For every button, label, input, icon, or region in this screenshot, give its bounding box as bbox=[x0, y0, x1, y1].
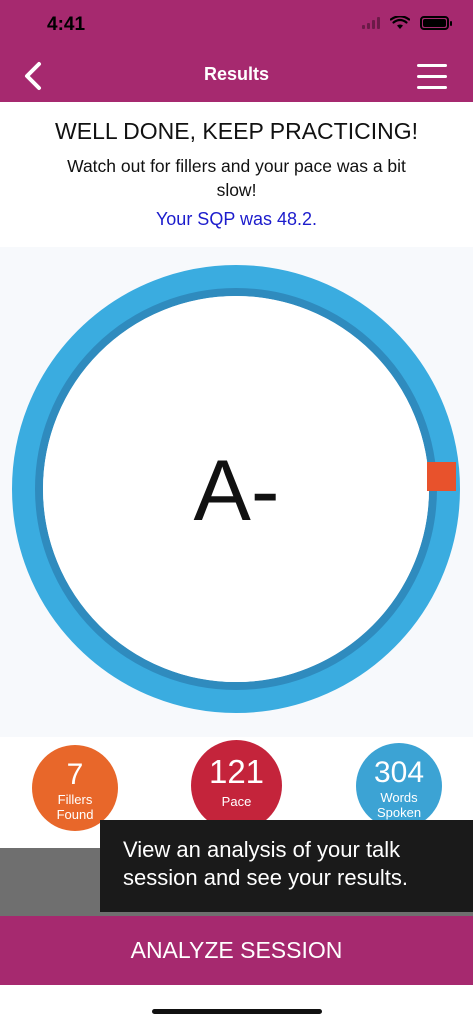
score-gauge: A- bbox=[0, 247, 473, 737]
words-label-2: Spoken bbox=[376, 805, 422, 820]
pace-value: 121 bbox=[208, 753, 265, 790]
words-count: 304 bbox=[373, 756, 425, 789]
analyze-tooltip: View an analysis of your talk session an… bbox=[100, 820, 473, 912]
signal-icon bbox=[362, 17, 380, 29]
fillers-count: 7 bbox=[66, 758, 84, 791]
battery-icon bbox=[420, 16, 452, 30]
nav-bar: Results bbox=[0, 50, 473, 102]
pace-stat[interactable]: 121 Pace bbox=[191, 740, 282, 831]
sqp-score: Your SQP was 48.2. bbox=[155, 209, 318, 229]
page-title: Results bbox=[203, 64, 270, 84]
wifi-icon bbox=[390, 16, 410, 29]
status-bar: 4:41 bbox=[0, 0, 473, 50]
status-icons bbox=[362, 16, 452, 30]
result-message: Watch out for fillers and your pace was … bbox=[67, 156, 406, 200]
analyze-session-button[interactable]: ANALYZE SESSION bbox=[0, 916, 473, 985]
home-indicator[interactable] bbox=[152, 1009, 322, 1014]
grade-label: A- bbox=[193, 443, 280, 539]
words-stat[interactable]: 304 Words Spoken bbox=[356, 743, 442, 829]
fillers-stat[interactable]: 7 Fillers Found bbox=[32, 745, 118, 831]
stats-row: 7 Fillers Found 121 Pace 304 Words Spoke… bbox=[0, 737, 473, 831]
menu-button[interactable] bbox=[417, 62, 449, 90]
words-label-1: Words bbox=[380, 790, 418, 805]
hamburger-menu-icon bbox=[417, 64, 447, 67]
result-headline: WELL DONE, KEEP PRACTICING! bbox=[55, 118, 418, 144]
fillers-label-1: Fillers bbox=[57, 792, 93, 807]
home-area bbox=[0, 985, 473, 1024]
pace-label: Pace bbox=[221, 794, 252, 809]
status-time: 4:41 bbox=[47, 14, 86, 35]
